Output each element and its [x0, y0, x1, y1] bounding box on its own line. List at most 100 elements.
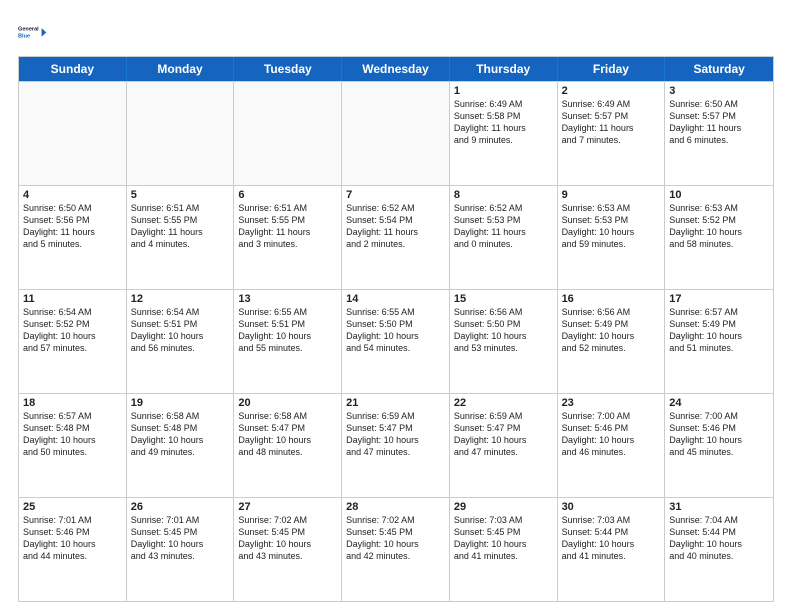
day-info: Sunrise: 6:59 AM Sunset: 5:47 PM Dayligh… [454, 410, 553, 459]
calendar-cell: 21Sunrise: 6:59 AM Sunset: 5:47 PM Dayli… [342, 394, 450, 497]
day-number: 2 [562, 85, 661, 97]
day-number: 26 [131, 501, 230, 513]
calendar-cell: 30Sunrise: 7:03 AM Sunset: 5:44 PM Dayli… [558, 498, 666, 601]
day-info: Sunrise: 6:52 AM Sunset: 5:53 PM Dayligh… [454, 202, 553, 251]
day-info: Sunrise: 6:50 AM Sunset: 5:56 PM Dayligh… [23, 202, 122, 251]
calendar-cell: 2Sunrise: 6:49 AM Sunset: 5:57 PM Daylig… [558, 82, 666, 185]
day-info: Sunrise: 7:01 AM Sunset: 5:46 PM Dayligh… [23, 514, 122, 563]
day-number: 8 [454, 189, 553, 201]
page-header: GeneralBlue [18, 18, 774, 46]
calendar-row-3: 11Sunrise: 6:54 AM Sunset: 5:52 PM Dayli… [19, 289, 773, 393]
day-info: Sunrise: 6:53 AM Sunset: 5:53 PM Dayligh… [562, 202, 661, 251]
day-number: 24 [669, 397, 769, 409]
day-info: Sunrise: 6:57 AM Sunset: 5:49 PM Dayligh… [669, 306, 769, 355]
calendar-row-4: 18Sunrise: 6:57 AM Sunset: 5:48 PM Dayli… [19, 393, 773, 497]
day-number: 17 [669, 293, 769, 305]
calendar-cell: 15Sunrise: 6:56 AM Sunset: 5:50 PM Dayli… [450, 290, 558, 393]
day-info: Sunrise: 6:51 AM Sunset: 5:55 PM Dayligh… [238, 202, 337, 251]
day-info: Sunrise: 6:51 AM Sunset: 5:55 PM Dayligh… [131, 202, 230, 251]
calendar-cell: 22Sunrise: 6:59 AM Sunset: 5:47 PM Dayli… [450, 394, 558, 497]
day-number: 30 [562, 501, 661, 513]
day-info: Sunrise: 7:00 AM Sunset: 5:46 PM Dayligh… [669, 410, 769, 459]
calendar-cell: 11Sunrise: 6:54 AM Sunset: 5:52 PM Dayli… [19, 290, 127, 393]
calendar-cell [234, 82, 342, 185]
day-number: 13 [238, 293, 337, 305]
day-number: 20 [238, 397, 337, 409]
calendar-cell [127, 82, 235, 185]
calendar-cell: 19Sunrise: 6:58 AM Sunset: 5:48 PM Dayli… [127, 394, 235, 497]
day-info: Sunrise: 6:55 AM Sunset: 5:50 PM Dayligh… [346, 306, 445, 355]
calendar-cell: 29Sunrise: 7:03 AM Sunset: 5:45 PM Dayli… [450, 498, 558, 601]
calendar-body: 1Sunrise: 6:49 AM Sunset: 5:58 PM Daylig… [19, 81, 773, 601]
calendar-cell: 26Sunrise: 7:01 AM Sunset: 5:45 PM Dayli… [127, 498, 235, 601]
header-day-saturday: Saturday [665, 57, 773, 81]
day-number: 15 [454, 293, 553, 305]
day-info: Sunrise: 6:50 AM Sunset: 5:57 PM Dayligh… [669, 98, 769, 147]
calendar-cell: 5Sunrise: 6:51 AM Sunset: 5:55 PM Daylig… [127, 186, 235, 289]
calendar-cell: 14Sunrise: 6:55 AM Sunset: 5:50 PM Dayli… [342, 290, 450, 393]
day-number: 19 [131, 397, 230, 409]
day-info: Sunrise: 6:49 AM Sunset: 5:58 PM Dayligh… [454, 98, 553, 147]
day-number: 11 [23, 293, 122, 305]
calendar-cell: 16Sunrise: 6:56 AM Sunset: 5:49 PM Dayli… [558, 290, 666, 393]
day-number: 18 [23, 397, 122, 409]
day-info: Sunrise: 6:58 AM Sunset: 5:47 PM Dayligh… [238, 410, 337, 459]
calendar-cell: 24Sunrise: 7:00 AM Sunset: 5:46 PM Dayli… [665, 394, 773, 497]
day-number: 3 [669, 85, 769, 97]
calendar-cell [342, 82, 450, 185]
calendar-cell: 31Sunrise: 7:04 AM Sunset: 5:44 PM Dayli… [665, 498, 773, 601]
day-info: Sunrise: 7:02 AM Sunset: 5:45 PM Dayligh… [238, 514, 337, 563]
day-number: 28 [346, 501, 445, 513]
calendar-cell: 8Sunrise: 6:52 AM Sunset: 5:53 PM Daylig… [450, 186, 558, 289]
day-info: Sunrise: 6:49 AM Sunset: 5:57 PM Dayligh… [562, 98, 661, 147]
calendar-cell: 6Sunrise: 6:51 AM Sunset: 5:55 PM Daylig… [234, 186, 342, 289]
day-info: Sunrise: 7:00 AM Sunset: 5:46 PM Dayligh… [562, 410, 661, 459]
header-day-friday: Friday [558, 57, 666, 81]
day-info: Sunrise: 6:54 AM Sunset: 5:52 PM Dayligh… [23, 306, 122, 355]
day-info: Sunrise: 6:53 AM Sunset: 5:52 PM Dayligh… [669, 202, 769, 251]
calendar-cell: 12Sunrise: 6:54 AM Sunset: 5:51 PM Dayli… [127, 290, 235, 393]
calendar-cell: 9Sunrise: 6:53 AM Sunset: 5:53 PM Daylig… [558, 186, 666, 289]
day-number: 6 [238, 189, 337, 201]
header-day-thursday: Thursday [450, 57, 558, 81]
header-day-monday: Monday [127, 57, 235, 81]
day-number: 5 [131, 189, 230, 201]
calendar-cell: 4Sunrise: 6:50 AM Sunset: 5:56 PM Daylig… [19, 186, 127, 289]
day-number: 7 [346, 189, 445, 201]
calendar-cell: 3Sunrise: 6:50 AM Sunset: 5:57 PM Daylig… [665, 82, 773, 185]
day-info: Sunrise: 7:04 AM Sunset: 5:44 PM Dayligh… [669, 514, 769, 563]
calendar-cell: 1Sunrise: 6:49 AM Sunset: 5:58 PM Daylig… [450, 82, 558, 185]
day-info: Sunrise: 7:03 AM Sunset: 5:45 PM Dayligh… [454, 514, 553, 563]
calendar-cell: 17Sunrise: 6:57 AM Sunset: 5:49 PM Dayli… [665, 290, 773, 393]
calendar-cell: 7Sunrise: 6:52 AM Sunset: 5:54 PM Daylig… [342, 186, 450, 289]
day-info: Sunrise: 6:59 AM Sunset: 5:47 PM Dayligh… [346, 410, 445, 459]
logo: GeneralBlue [18, 18, 48, 46]
calendar-cell: 13Sunrise: 6:55 AM Sunset: 5:51 PM Dayli… [234, 290, 342, 393]
calendar-cell: 18Sunrise: 6:57 AM Sunset: 5:48 PM Dayli… [19, 394, 127, 497]
calendar-header: SundayMondayTuesdayWednesdayThursdayFrid… [19, 57, 773, 81]
day-number: 29 [454, 501, 553, 513]
day-number: 31 [669, 501, 769, 513]
day-info: Sunrise: 7:02 AM Sunset: 5:45 PM Dayligh… [346, 514, 445, 563]
calendar-cell: 23Sunrise: 7:00 AM Sunset: 5:46 PM Dayli… [558, 394, 666, 497]
calendar-row-1: 1Sunrise: 6:49 AM Sunset: 5:58 PM Daylig… [19, 81, 773, 185]
calendar-cell: 20Sunrise: 6:58 AM Sunset: 5:47 PM Dayli… [234, 394, 342, 497]
day-info: Sunrise: 7:03 AM Sunset: 5:44 PM Dayligh… [562, 514, 661, 563]
logo-icon: GeneralBlue [18, 18, 48, 46]
day-info: Sunrise: 6:56 AM Sunset: 5:49 PM Dayligh… [562, 306, 661, 355]
day-info: Sunrise: 6:56 AM Sunset: 5:50 PM Dayligh… [454, 306, 553, 355]
day-number: 4 [23, 189, 122, 201]
day-number: 1 [454, 85, 553, 97]
calendar-row-2: 4Sunrise: 6:50 AM Sunset: 5:56 PM Daylig… [19, 185, 773, 289]
svg-text:Blue: Blue [18, 34, 30, 40]
header-day-wednesday: Wednesday [342, 57, 450, 81]
day-number: 10 [669, 189, 769, 201]
calendar-cell: 28Sunrise: 7:02 AM Sunset: 5:45 PM Dayli… [342, 498, 450, 601]
day-number: 21 [346, 397, 445, 409]
header-day-tuesday: Tuesday [234, 57, 342, 81]
day-number: 22 [454, 397, 553, 409]
calendar-cell: 25Sunrise: 7:01 AM Sunset: 5:46 PM Dayli… [19, 498, 127, 601]
day-number: 27 [238, 501, 337, 513]
day-info: Sunrise: 6:54 AM Sunset: 5:51 PM Dayligh… [131, 306, 230, 355]
day-info: Sunrise: 6:52 AM Sunset: 5:54 PM Dayligh… [346, 202, 445, 251]
